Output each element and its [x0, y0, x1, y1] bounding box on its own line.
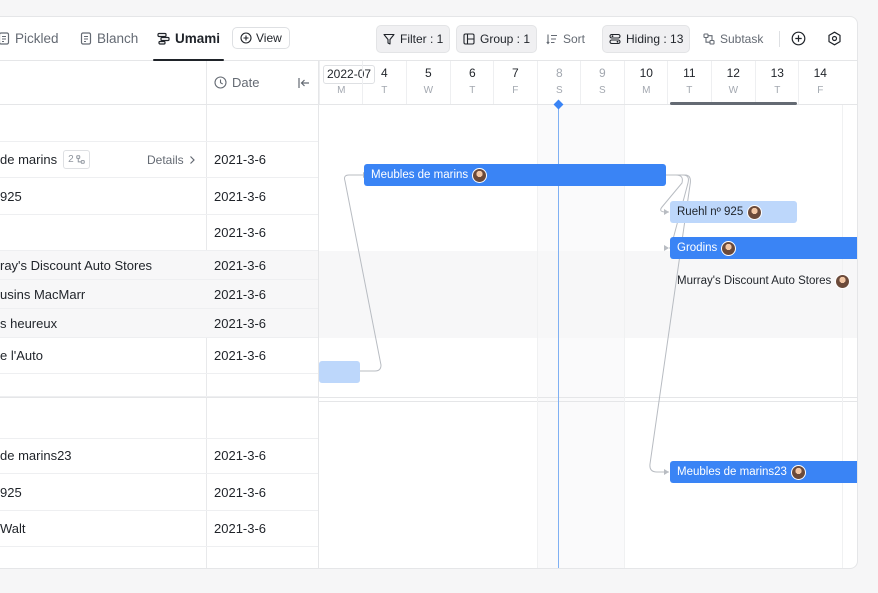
subtask-icon: [75, 155, 85, 164]
group-label: Group : 1: [480, 32, 531, 46]
view-label: View: [256, 31, 282, 45]
record-name: 925: [0, 484, 22, 500]
date-header-label: Date: [232, 75, 260, 90]
task-bar[interactable]: Grodins: [670, 237, 857, 259]
arrow-head: [664, 469, 669, 475]
tab-label: Pickled: [15, 31, 59, 46]
subtask-button[interactable]: Subtask: [697, 25, 769, 53]
record-name: usins MacMarr: [0, 286, 86, 302]
gantt-icon: [157, 32, 170, 45]
task-bar[interactable]: [319, 361, 360, 383]
table-row[interactable]: Walt 2021-3-6: [0, 511, 318, 547]
avatar: [835, 273, 851, 289]
group-header-row: [0, 397, 318, 439]
tab-umami[interactable]: Umami: [152, 17, 225, 61]
grid-header: Date: [0, 61, 318, 105]
document-icon: [80, 32, 92, 45]
table-row[interactable]: 925 2021-3-6: [0, 178, 318, 215]
tab-blanch[interactable]: Blanch: [80, 17, 138, 60]
table-row[interactable]: usins MacMarr 2021-3-6: [0, 280, 318, 309]
filter-button[interactable]: Filter : 1: [376, 25, 451, 53]
record-date: 2021-3-6: [214, 286, 267, 302]
record-name: ray's Discount Auto Stores: [0, 257, 153, 273]
avatar: [721, 240, 737, 256]
plus-circle-icon: [791, 31, 805, 45]
clock-icon: [214, 76, 227, 89]
record-name: de marins23: [0, 448, 72, 463]
add-view-button[interactable]: View: [232, 27, 290, 49]
record-date: 2021-3-6: [214, 315, 267, 331]
task-bar[interactable]: Meubles de marins23: [670, 461, 857, 483]
gantt-panel: Pickled Blanch Umami View Filter : 1 Gro…: [0, 16, 858, 569]
document-icon: [0, 32, 10, 45]
arrow-head: [664, 245, 669, 251]
details-link[interactable]: Details: [147, 142, 196, 177]
tab-label: Umami: [175, 31, 221, 46]
hiding-button[interactable]: Hiding : 13: [602, 25, 691, 53]
sort-button[interactable]: Sort: [540, 25, 591, 53]
task-label: Murray's Discount Auto Stores: [677, 275, 832, 287]
subtask-icon: [703, 33, 715, 45]
sort-label: Sort: [563, 32, 586, 46]
filter-icon: [383, 33, 395, 45]
add-button[interactable]: [787, 27, 809, 49]
task-bar[interactable]: Meubles de marins: [364, 164, 666, 186]
record-date: 2021-3-6: [214, 152, 267, 167]
table-row[interactable]: ray's Discount Auto Stores 2021-3-6: [0, 251, 318, 280]
add-row-spacer: [0, 374, 318, 397]
gear-icon: [827, 31, 841, 45]
task-label: Meubles de marins: [371, 169, 469, 181]
record-name: Walt: [0, 521, 26, 536]
date-column-header[interactable]: Date: [214, 61, 259, 104]
record-date: 2021-3-6: [214, 448, 267, 463]
tab-pickled[interactable]: Pickled: [0, 17, 59, 60]
avatar: [747, 204, 763, 220]
sort-icon: [546, 34, 557, 45]
record-date: 2021-3-6: [214, 484, 267, 500]
table-row[interactable]: e l'Auto 2021-3-6: [0, 338, 318, 374]
record-date: 2021-3-6: [214, 348, 267, 363]
task-label: Ruehl nº 925: [677, 206, 744, 218]
record-name: s heureux: [0, 315, 58, 331]
table-row[interactable]: de marins 2 Details 2021-3-6: [0, 142, 318, 178]
subtask-label: Subtask: [720, 32, 764, 46]
tab-label: Blanch: [97, 31, 139, 46]
record-name: 925: [0, 188, 22, 204]
arrow-head: [664, 209, 669, 215]
record-date: 2021-3-6: [214, 257, 267, 273]
dependency-link: [344, 174, 382, 372]
task-bar[interactable]: Ruehl nº 925: [670, 201, 797, 223]
task-label: Meubles de marins23: [677, 466, 787, 478]
subtask-count-badge: 2: [63, 150, 90, 169]
filter-label: Filter : 1: [400, 32, 444, 46]
fields-icon: [609, 33, 621, 45]
table-row[interactable]: s heureux 2021-3-6: [0, 309, 318, 338]
group-icon: [463, 33, 475, 45]
task-bar[interactable]: Murray's Discount Auto Stores: [674, 270, 851, 292]
group-button[interactable]: Group : 1: [456, 25, 538, 53]
toolbar-divider: [779, 31, 780, 47]
record-date: 2021-3-6: [214, 521, 267, 536]
avatar: [790, 464, 806, 480]
hiding-label: Hiding : 13: [626, 32, 684, 46]
chevron-right-icon: [189, 155, 195, 164]
toolbar: Pickled Blanch Umami View Filter : 1 Gro…: [0, 17, 857, 61]
table-row[interactable]: de marins23 2021-3-6: [0, 438, 318, 474]
collapse-arrow-icon[interactable]: [296, 75, 312, 91]
task-label: Grodins: [677, 242, 718, 254]
record-grid: Date de marins 2 Details 2021-3-6 925 20…: [0, 61, 319, 568]
record-name: e l'Auto: [0, 348, 43, 363]
group-header-row: [0, 105, 318, 142]
record-name: de marins 2: [0, 142, 90, 177]
table-row[interactable]: 925 2021-3-6: [0, 474, 318, 511]
table-row[interactable]: 2021-3-6: [0, 215, 318, 251]
avatar: [472, 167, 488, 183]
record-date: 2021-3-6: [214, 188, 267, 204]
gantt-timeline: M 2022-07 4T 5W 6T 7F 8S 9S 10 M 11 T 12 W …: [319, 61, 857, 568]
settings-button[interactable]: [823, 27, 845, 49]
plus-circle-icon: [240, 32, 252, 44]
record-date: 2021-3-6: [214, 225, 267, 240]
dependency-links: [344, 172, 691, 475]
